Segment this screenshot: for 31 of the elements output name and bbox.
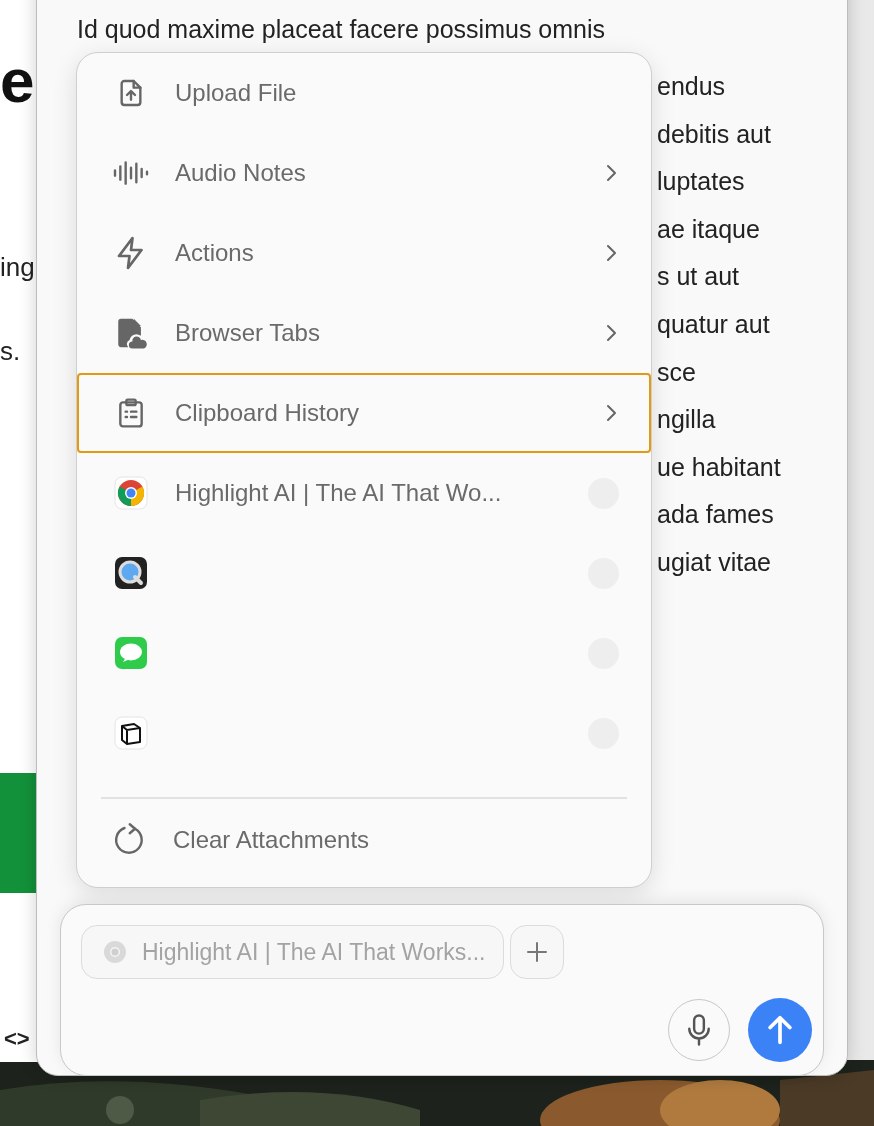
document-text: ngilla [657,404,717,436]
document-text: luptates [657,166,746,198]
code-text: <> [4,1026,30,1052]
browser-icon [114,476,148,510]
plus-icon [526,941,549,963]
chat-bubble-app-icon [114,636,148,670]
document-text: sce [657,356,697,388]
menu-item[interactable]: Actions [77,213,651,293]
document-text: endus [657,71,727,102]
browser-icon [102,939,128,965]
document-text: ada fames [657,499,775,531]
menu-item[interactable]: Audio Notes [77,133,651,213]
player-app-icon [114,556,148,590]
arrow-up-icon [765,1014,795,1046]
body-text: s. [0,336,21,367]
menu-item[interactable]: Clipboard History [77,373,651,453]
document-text: s ut aut [657,261,740,293]
menu-item[interactable]: Browser Tabs [77,293,651,373]
document-text: ugiat vitae [657,546,772,578]
document-text: ae itaque [657,213,761,245]
menu-item[interactable]: Upload File [77,53,651,133]
heading-text: e [0,50,35,112]
document-text: Id quod maxime placeat facere possimus omnis [77,15,606,44]
body-text: ing [0,252,35,283]
cube-app-icon [114,716,148,750]
app-item[interactable]: Highlight AI | The AI That Wo... [77,453,651,533]
document-text: ue habitant [657,451,781,483]
add-button[interactable] [510,925,565,979]
menu-item[interactable]: Clear Attachments [77,799,651,881]
document-text: debitis aut [657,118,772,150]
document-text: quatur aut [657,308,771,340]
